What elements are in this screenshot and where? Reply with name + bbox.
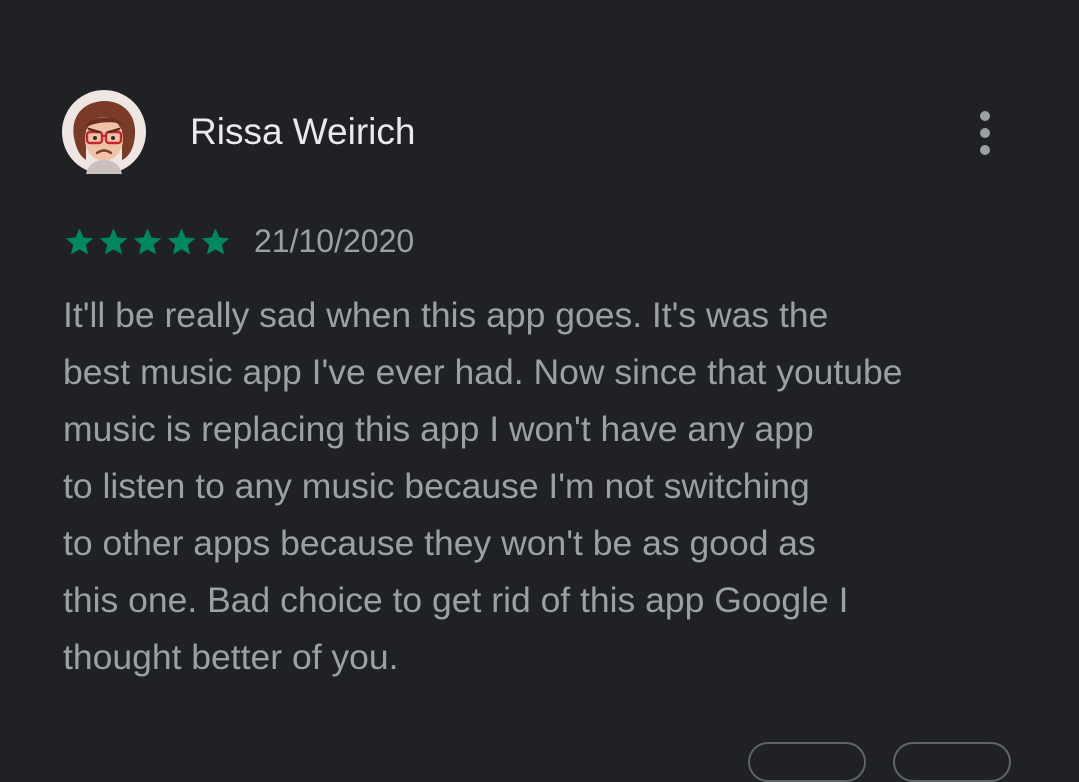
avatar[interactable] xyxy=(62,90,146,174)
star-icon xyxy=(65,227,94,254)
review-text-line: It'll be really sad when this app goes. … xyxy=(63,295,829,335)
star-icon xyxy=(167,227,196,254)
bitmoji-avatar-icon xyxy=(62,90,146,174)
review-text: It'll be really sad when this app goes. … xyxy=(63,287,1053,686)
review-text-line: to other apps because they won't be as g… xyxy=(63,523,816,563)
review-text-line: music is replacing this app I won't have… xyxy=(63,409,814,449)
star-icon xyxy=(201,227,230,254)
review-text-line: best music app I've ever had. Now since … xyxy=(63,352,903,392)
review-date: 21/10/2020 xyxy=(254,223,415,259)
more-options-button[interactable] xyxy=(970,108,1000,158)
review-text-line: this one. Bad choice to get rid of this … xyxy=(63,580,849,620)
rating-row: 21/10/2020 xyxy=(63,223,414,259)
reviewer-name: Rissa Weirich xyxy=(190,111,416,152)
star-icon xyxy=(99,227,128,254)
review-text-line: to listen to any music because I'm not s… xyxy=(63,466,810,506)
review-header: Rissa Weirich xyxy=(62,90,1012,174)
helpful-no-chip[interactable] xyxy=(893,742,1011,782)
star-icon xyxy=(133,227,162,254)
more-vert-icon xyxy=(980,111,990,155)
star-rating xyxy=(63,225,232,258)
helpful-yes-chip[interactable] xyxy=(748,742,866,782)
review-card: Rissa Weirich 21/10/2020 It'll be really… xyxy=(0,0,1079,782)
review-text-line: thought better of you. xyxy=(63,637,399,677)
